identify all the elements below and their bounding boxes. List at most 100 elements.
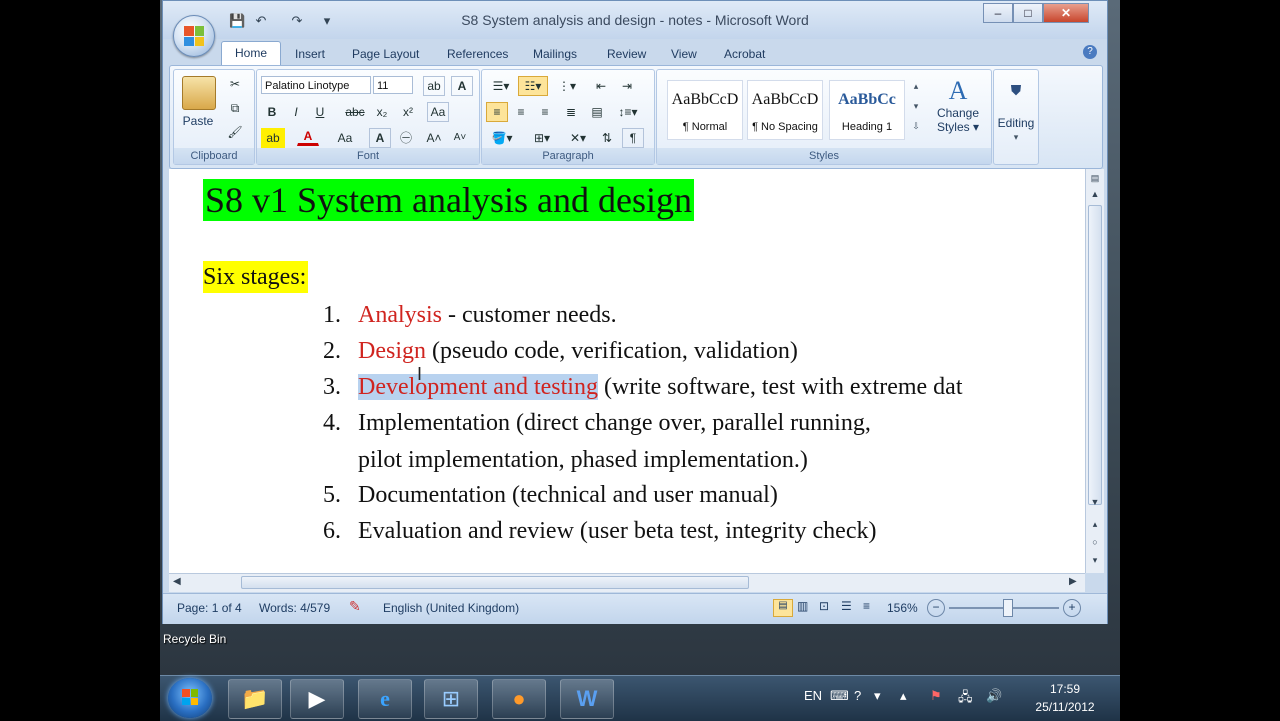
shrink-font-size-icon[interactable]: A˅ — [449, 128, 471, 148]
line-spacing-icon[interactable]: ↕≡▾ — [612, 102, 644, 122]
horizontal-scrollbar[interactable]: ◀ ▶ — [169, 573, 1085, 592]
sort-icon[interactable]: ⇅ — [596, 128, 618, 148]
vertical-scrollbar[interactable]: ▤ ▲ ▼ ▴ ○ ▾ — [1085, 169, 1104, 573]
font-case-icon[interactable]: Aa — [333, 128, 357, 148]
start-button[interactable] — [168, 678, 212, 718]
list-item[interactable]: pilot implementation, phased implementat… — [297, 444, 808, 476]
scroll-down-icon[interactable]: ▼ — [1088, 497, 1102, 507]
tab-insert[interactable]: Insert — [295, 44, 325, 64]
tab-mailings[interactable]: Mailings — [533, 44, 577, 64]
language-indicator[interactable]: English (United Kingdom) — [383, 601, 519, 615]
document-page[interactable]: S8 v1 System analysis and design Six sta… — [169, 169, 1085, 573]
office-button[interactable] — [173, 15, 215, 57]
justify-icon[interactable]: ≣ — [560, 102, 582, 122]
font-family-combo[interactable]: Palatino Linotype — [261, 76, 371, 94]
tab-view[interactable]: View — [671, 44, 697, 64]
page-count[interactable]: Page: 1 of 4 — [177, 601, 242, 615]
style-no-spacing[interactable]: AaBbCcD ¶ No Spacing — [747, 80, 823, 140]
tab-page-layout[interactable]: Page Layout — [352, 44, 419, 64]
outline-icon[interactable]: ☰ — [841, 599, 852, 613]
document-subtitle[interactable]: Six stages: — [203, 261, 309, 293]
document-title[interactable]: S8 v1 System analysis and design — [203, 179, 694, 221]
style-heading-1[interactable]: AaBbCc Heading 1 — [829, 80, 905, 140]
scroll-right-icon[interactable]: ▶ — [1069, 576, 1077, 587]
explorer-taskbar-icon[interactable]: 📁 — [228, 679, 282, 719]
clear-format-icon[interactable]: A — [451, 76, 473, 96]
internet-explorer-taskbar-icon[interactable]: e — [358, 679, 412, 719]
scroll-up-icon[interactable]: ▲ — [1088, 189, 1102, 199]
vertical-scroll-thumb[interactable] — [1088, 205, 1102, 505]
show-hidden-icons-icon[interactable]: ▴ — [900, 688, 907, 704]
align-right-icon[interactable]: ≡ — [534, 102, 556, 122]
show-formatting-icon[interactable]: ¶ — [622, 128, 644, 148]
character-shading-icon[interactable]: A — [369, 128, 391, 148]
underline-icon[interactable]: U — [309, 102, 331, 122]
web-layout-icon[interactable]: ⊡ — [819, 599, 829, 613]
highlight-icon[interactable]: ab — [261, 128, 285, 148]
language-bar[interactable]: EN — [804, 688, 822, 703]
format-painter-icon[interactable]: 🖌 — [224, 122, 246, 142]
options-tray-icon[interactable]: ▾ — [874, 688, 881, 704]
enclose-characters-icon[interactable]: ㊀ — [395, 128, 417, 148]
distribute-icon[interactable]: ▤ — [586, 102, 608, 122]
browse-object-icon[interactable]: ▴ ○ ▾ — [1088, 515, 1102, 569]
list-item[interactable]: 3. Development and testing (write softwar… — [297, 371, 963, 403]
borders-icon[interactable]: ⊞▾ — [526, 128, 558, 148]
tab-home[interactable]: Home — [221, 41, 281, 66]
zoom-level[interactable]: 156% — [887, 601, 918, 615]
subscript-icon[interactable]: x₂ — [371, 102, 393, 122]
asian-layout-icon[interactable]: ✕▾ — [562, 128, 594, 148]
italic-icon[interactable]: I — [285, 102, 307, 122]
bold-icon[interactable]: B — [261, 102, 283, 122]
style-normal[interactable]: AaBbCcD ¶ Normal — [667, 80, 743, 140]
maximize-button[interactable]: □ — [1013, 3, 1043, 23]
list-item[interactable]: 4. Implementation (direct change over, pa… — [297, 407, 871, 439]
strikethrough-icon[interactable]: abc — [343, 102, 367, 122]
grow-font-icon[interactable]: ab — [423, 76, 445, 96]
word-count[interactable]: Words: 4/579 — [259, 601, 330, 615]
volume-icon[interactable]: 🔊 — [986, 688, 1002, 704]
tab-review[interactable]: Review — [607, 44, 646, 64]
change-styles-button[interactable]: A Change Styles ▾ — [929, 76, 987, 134]
tab-acrobat[interactable]: Acrobat — [724, 44, 765, 64]
word-taskbar-icon[interactable]: W — [560, 679, 614, 719]
scroll-left-icon[interactable]: ◀ — [173, 576, 181, 587]
zoom-in-icon[interactable]: + — [1063, 599, 1081, 617]
paste-icon[interactable] — [182, 76, 216, 110]
paste-button[interactable]: Paste — [178, 114, 218, 128]
tab-references[interactable]: References — [447, 44, 508, 64]
full-screen-reading-icon[interactable]: ▥ — [797, 599, 808, 613]
multilevel-list-icon[interactable]: ⋮▾ — [552, 76, 582, 96]
list-item[interactable]: 6. Evaluation and review (user beta test,… — [297, 515, 876, 547]
recycle-bin-label[interactable]: Recycle Bin — [163, 632, 226, 646]
copy-icon[interactable]: ⧉ — [224, 98, 246, 118]
close-button[interactable]: ✕ — [1043, 3, 1089, 23]
keyboard-icon[interactable]: ⌨ — [830, 688, 849, 704]
action-center-icon[interactable]: ⚑ — [930, 688, 942, 704]
network-icon[interactable]: 🖧 — [958, 688, 973, 710]
media-player-taskbar-icon[interactable]: ▶ — [290, 679, 344, 719]
print-layout-icon[interactable]: ▤ — [773, 599, 793, 617]
font-size-combo[interactable]: 11 — [373, 76, 413, 94]
zoom-out-icon[interactable]: − — [927, 599, 945, 617]
proofing-icon[interactable]: ✎ — [349, 598, 361, 615]
clock[interactable]: 17:59 25/11/2012 — [1020, 682, 1110, 714]
help-tray-icon[interactable]: ? — [854, 688, 861, 703]
zoom-slider-thumb[interactable] — [1003, 599, 1013, 617]
change-case-icon[interactable]: Aa — [427, 102, 449, 122]
align-left-icon[interactable]: ≡ — [486, 102, 508, 122]
font-color-icon[interactable]: A — [297, 128, 319, 146]
cut-icon[interactable]: ✂ — [224, 74, 246, 94]
minimize-button[interactable]: – — [983, 3, 1013, 23]
draft-icon[interactable]: ≡ — [863, 599, 870, 613]
shading-icon[interactable]: 🪣▾ — [486, 128, 518, 148]
list-item[interactable]: 2. Design (pseudo code, verification, val… — [297, 335, 798, 367]
numbering-icon[interactable]: ☷▾ — [518, 76, 548, 96]
list-item[interactable]: 5. Documentation (technical and user manu… — [297, 479, 778, 511]
grow-font-size-icon[interactable]: A˄ — [423, 128, 445, 148]
horizontal-scroll-thumb[interactable] — [241, 576, 749, 589]
firefox-taskbar-icon[interactable]: ● — [492, 679, 546, 719]
list-item[interactable]: 1. Analysis - customer needs. — [297, 299, 617, 331]
styles-scroll-icon[interactable]: ▴ ▾ ⇩ — [909, 76, 923, 138]
title-bar[interactable]: 💾 ↶ ↷ ▾ S8 System analysis and design - … — [163, 1, 1107, 39]
